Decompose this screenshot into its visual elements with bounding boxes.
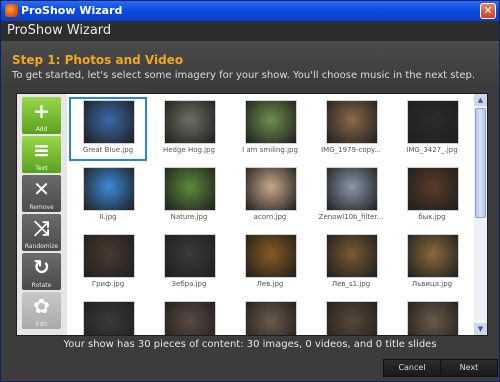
thumbnail-image [164, 234, 216, 278]
thumbnail-image [245, 167, 297, 211]
thumbnail-item[interactable]: IMG_1979-copy... [312, 97, 390, 161]
thumbnail-item[interactable]: acorn.jpg [231, 164, 309, 228]
step-title: Step 1: Photos and Video [12, 53, 184, 67]
thumbnail-caption: Great Blue.jpg [82, 146, 134, 154]
thumbnail-image [245, 301, 297, 335]
thumbnail-image [83, 100, 135, 144]
thumbnail-caption: бык.jpg [418, 213, 446, 221]
text-tool-button[interactable]: ≡ Text [22, 136, 61, 173]
thumbnail-item[interactable] [312, 298, 390, 335]
tool-label: Text [35, 165, 48, 172]
thumbnail-image [326, 167, 378, 211]
thumbnail-image [83, 301, 135, 335]
wizard-header-title: ProShow Wizard [7, 23, 112, 38]
thumbnail-image [245, 234, 297, 278]
thumbnail-image [407, 100, 459, 144]
wizard-header: ProShow Wizard [1, 21, 499, 41]
thumbnail-item[interactable] [69, 298, 147, 335]
thumbnail-image [326, 234, 378, 278]
close-icon: ✕ [33, 177, 50, 201]
thumbnail-item[interactable]: Hedge Hog.jpg [150, 97, 228, 161]
thumbnail-caption: Зебра.jpg [171, 280, 207, 288]
thumbnail-item[interactable] [393, 298, 471, 335]
add-tool-button[interactable]: + Add [22, 97, 61, 134]
cancel-button[interactable]: Cancel [383, 359, 441, 377]
tool-label: Add [35, 126, 48, 133]
remove-tool-button[interactable]: ✕ Remove [22, 175, 61, 212]
thumbnail-caption: Zenowl10b_filter... [318, 213, 384, 221]
thumbnail-item[interactable]: Львица.jpg [393, 231, 471, 295]
thumbnail-caption: Hedge Hog.jpg [162, 146, 216, 154]
scroll-up-arrow[interactable]: ▲ [474, 94, 487, 106]
text-icon: ≡ [33, 138, 50, 162]
thumbnail-item[interactable]: I am smiling.jpg [231, 97, 309, 161]
thumbnail-image [164, 100, 216, 144]
rotate-icon: ↻ [33, 255, 50, 279]
thumbnail-image [245, 100, 297, 144]
thumbnail-caption: Nature.jpg [170, 213, 208, 221]
tool-label: Remove [29, 204, 54, 211]
thumbnail-image [407, 234, 459, 278]
scroll-down-arrow[interactable]: ▼ [474, 323, 487, 335]
thumbnail-image [164, 167, 216, 211]
wizard-window: ProShow Wizard ✕ ProShow Wizard Step 1: … [0, 0, 500, 382]
thumbnail-caption: IMG_3427_.jpg [406, 146, 458, 154]
thumbnail-image [407, 301, 459, 335]
content-panel: + Add ≡ Text ✕ Remove ⤨ Randomize ↻ Rotate ✿ Edit G… [16, 93, 488, 336]
thumbnail-item[interactable]: Zenowl10b_filter... [312, 164, 390, 228]
thumbnail-caption: Лев_s1.jpg [331, 280, 371, 288]
thumbnail-caption: II.jpg [99, 213, 117, 221]
plus-icon: + [33, 99, 50, 123]
thumbnail-item[interactable]: Зебра.jpg [150, 231, 228, 295]
thumbnail-item[interactable]: Лев.jpg [231, 231, 309, 295]
thumbnail-caption: IMG_1979-copy... [321, 146, 381, 154]
thumbnail-item[interactable]: Nature.jpg [150, 164, 228, 228]
thumbnail-item[interactable]: II.jpg [69, 164, 147, 228]
thumbnail-image [407, 167, 459, 211]
thumbnail-caption: acorn.jpg [253, 213, 287, 221]
next-button[interactable]: Next [440, 359, 498, 377]
thumbnail-item[interactable]: Great Blue.jpg [69, 97, 147, 161]
thumbnail-caption: Гриф.jpg [91, 280, 125, 288]
content-summary: Your show has 30 pieces of content: 30 i… [63, 339, 437, 350]
proshow-app-icon [5, 4, 18, 17]
thumbnail-caption: Лев.jpg [256, 280, 284, 288]
thumbnail-image [326, 100, 378, 144]
thumbnail-grid: Great Blue.jpg Hedge Hog.jpg I am smiling.… [69, 97, 473, 335]
gear-icon: ✿ [33, 294, 50, 318]
edit-tool-button[interactable]: ✿ Edit [22, 292, 61, 329]
tool-label: Rotate [31, 282, 52, 289]
tool-label: Edit [35, 321, 48, 328]
thumbnail-image [164, 301, 216, 335]
thumbnail-item[interactable]: IMG_3427_.jpg [393, 97, 471, 161]
thumbnail-image [83, 167, 135, 211]
rotate-tool-button[interactable]: ↻ Rotate [22, 253, 61, 290]
title-bar[interactable]: ProShow Wizard ✕ [1, 1, 499, 21]
shuffle-icon: ⤨ [33, 216, 50, 240]
thumbnail-item[interactable]: Гриф.jpg [69, 231, 147, 295]
tool-label: Randomize [24, 243, 59, 250]
tool-sidebar: + Add ≡ Text ✕ Remove ⤨ Randomize ↻ Rotate ✿ Edit [17, 94, 67, 335]
thumbnail-item[interactable]: Лев_s1.jpg [312, 231, 390, 295]
close-window-button[interactable]: ✕ [480, 3, 496, 19]
step-banner: Step 1: Photos and Video To get started,… [1, 41, 499, 87]
step-description: To get started, let's select some imager… [12, 70, 476, 81]
thumbnail-image [83, 234, 135, 278]
scrollbar-thumb[interactable] [475, 108, 486, 218]
vertical-scrollbar[interactable]: ▲ ▼ [474, 94, 487, 335]
thumbnail-caption: Львица.jpg [411, 280, 453, 288]
thumbnail-caption: I am smiling.jpg [242, 146, 298, 154]
thumbnail-image [326, 301, 378, 335]
thumbnail-item[interactable]: бык.jpg [393, 164, 471, 228]
window-title: ProShow Wizard [21, 4, 123, 17]
randomize-tool-button[interactable]: ⤨ Randomize [22, 214, 61, 251]
thumbnail-item[interactable] [150, 298, 228, 335]
thumbnail-item[interactable] [231, 298, 309, 335]
